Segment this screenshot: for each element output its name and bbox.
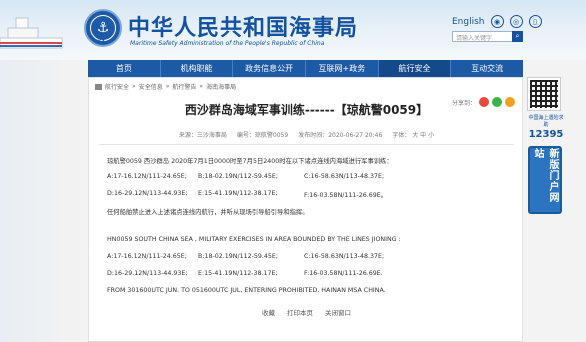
font-size-control: 字体： 大 中 小 xyxy=(392,132,435,139)
article-source: 来源：三沙海事局 xyxy=(178,132,227,139)
new-portal-button[interactable]: 新版门户网站 xyxy=(528,146,562,214)
font-medium-button[interactable]: 中 xyxy=(420,132,426,139)
article-meta: 来源：三沙海事局 编号：琼航警0059 发布时间：2020-06-27 20:4… xyxy=(89,130,524,139)
breadcrumb: 航行安全» 安全信息» 航行警告» 海南海事局 xyxy=(95,82,236,91)
nav-interaction[interactable]: 互动交流 xyxy=(451,60,523,77)
nav-organization[interactable]: 机构职能 xyxy=(161,60,234,77)
nav-home[interactable]: 首页 xyxy=(88,60,161,77)
english-link[interactable]: English xyxy=(452,17,485,27)
font-small-button[interactable]: 小 xyxy=(428,132,434,139)
article-footer: 收藏 打印本页 关闭窗口 xyxy=(89,307,524,317)
weibo-icon[interactable]: ◉ xyxy=(490,15,504,28)
en-notice: FROM 301600UTC JUN. TO 051600UTC JUL, EN… xyxy=(107,287,386,294)
main-nav: 首页 机构职能 政务信息公开 互联网+政务 航行安全 互动交流 xyxy=(88,60,523,77)
emblem-label: MSA xyxy=(95,39,105,44)
cn-coords-row: A:17-16.12N/111-24.65E; B:18-02.19N/112-… xyxy=(107,173,385,180)
breadcrumb-item[interactable]: 航行安全 xyxy=(105,82,129,91)
cn-notice: 任何船舶禁止进入上述诸点连线内航行，并听从现场引导船引导和指挥。 xyxy=(107,209,309,216)
wechat-icon[interactable]: ◎ xyxy=(509,15,523,28)
breadcrumb-item[interactable]: 海南海事局 xyxy=(206,82,236,91)
article-doc-no: 编号：琼航警0059 xyxy=(236,132,289,139)
anchor-icon: ⚓ xyxy=(90,15,116,41)
breadcrumb-item[interactable]: 安全信息 xyxy=(139,82,163,91)
breadcrumb-item[interactable]: 航行警告 xyxy=(172,82,196,91)
site-title: 中华人民共和国海事局 xyxy=(128,15,359,41)
article-panel: 航行安全» 安全信息» 航行警告» 海南海事局 分享到： 西沙群岛海域军事训练-… xyxy=(88,77,523,342)
divider xyxy=(99,144,514,145)
cn-intro: 琼航警0059 西沙群岛 2020年7月1日0000时至7月5日2400时在以下… xyxy=(107,158,393,165)
hotline-number[interactable]: 12395 xyxy=(527,129,565,140)
site-subtitle: Maritime Safety Administration of the Pe… xyxy=(130,40,325,47)
qr-code-pattern xyxy=(530,80,558,108)
site-header: ⚓ MSA 中华人民共和国海事局 Maritime Safety Adminis… xyxy=(0,0,586,60)
font-large-button[interactable]: 大 xyxy=(412,132,418,139)
qr-code xyxy=(527,77,561,111)
en-intro: HN0059 SOUTH CHINA SEA , MILITARY EXERCI… xyxy=(107,236,401,243)
nav-internet-gov[interactable]: 互联网+政务 xyxy=(306,60,379,77)
search-button[interactable]: ⌕ xyxy=(512,31,523,42)
en-coords-row: A:17-16.12N/111-24.65E; B:18-02.19N/112-… xyxy=(107,253,385,260)
mobile-icon[interactable]: ▯ xyxy=(528,15,542,28)
nav-gov-info[interactable]: 政务信息公开 xyxy=(233,60,307,77)
ship-illustration xyxy=(0,17,63,49)
header-tools: English ◉ ◎ ▯ xyxy=(452,15,542,28)
hotline-label: 中国海上遇险求助 xyxy=(528,115,564,128)
favorite-link[interactable]: 收藏 xyxy=(262,307,275,317)
article-title: 西沙群岛海域军事训练------【琼航警0059】 xyxy=(184,103,429,117)
nav-navigation-safety[interactable]: 航行安全 xyxy=(378,60,452,77)
cn-coords-row: D:16-29.12N/113-44.93E; E:15-41.19N/112-… xyxy=(107,190,387,199)
article-publish-time: 发布时间：2020-06-27 20:46 xyxy=(298,132,383,139)
page-background-left xyxy=(0,60,88,342)
en-coords-row: D:16-29.12N/113-44.93E; E:15-41.19N/112-… xyxy=(107,270,383,277)
print-link[interactable]: 打印本页 xyxy=(287,307,313,317)
search-input[interactable]: 请输入关键字 xyxy=(452,31,520,42)
search-icon: ⌕ xyxy=(515,32,520,40)
close-window-link[interactable]: 关闭窗口 xyxy=(325,307,351,317)
home-icon[interactable] xyxy=(95,83,102,90)
